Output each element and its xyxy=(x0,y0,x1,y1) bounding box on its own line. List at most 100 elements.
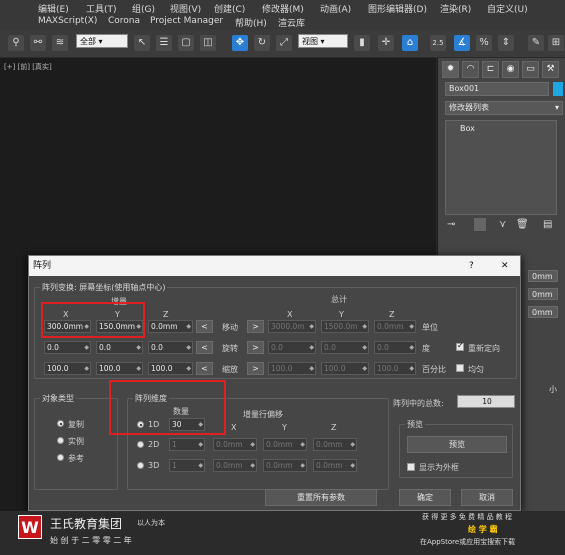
edit-named-selection-icon[interactable]: ✎ xyxy=(528,35,544,51)
menu-views[interactable]: 视图(V) xyxy=(170,2,201,15)
rotate-increment-y[interactable]: 0.0 ◆ xyxy=(96,341,143,354)
named-selection-icon[interactable]: ⊞ xyxy=(548,35,564,51)
move-total-z[interactable]: 0.0mm ◆ xyxy=(374,320,416,333)
link-icon[interactable]: ⚲ xyxy=(8,35,24,51)
scale-right-arrow-button[interactable]: > xyxy=(247,362,264,375)
menu-modifiers[interactable]: 修改器(M) xyxy=(262,2,304,15)
menu-animation[interactable]: 动画(A) xyxy=(320,2,351,15)
ok-button[interactable]: 确定 xyxy=(399,489,451,506)
scale-increment-z[interactable]: 100.0 ◆ xyxy=(148,362,193,375)
close-icon[interactable]: ✕ xyxy=(501,256,509,276)
rotate-total-x[interactable]: 0.0 ◆ xyxy=(268,341,316,354)
rotate-increment-x[interactable]: 0.0 ◆ xyxy=(44,341,91,354)
offset-2d-y[interactable]: 0.0mm ◆ xyxy=(263,438,307,451)
hierarchy-tab-icon[interactable]: ⊏ xyxy=(482,61,499,78)
offset-3d-y[interactable]: 0.0mm ◆ xyxy=(263,459,307,472)
rotate-right-arrow-button[interactable]: > xyxy=(247,341,264,354)
move-left-arrow-button[interactable]: < xyxy=(196,320,213,333)
utilities-tab-icon[interactable]: ⚒ xyxy=(542,61,559,78)
menu-group[interactable]: 组(G) xyxy=(132,2,155,15)
viewport-label[interactable]: [+] [前] [真实] xyxy=(4,62,52,72)
select-and-rotate-icon[interactable]: ↻ xyxy=(254,35,270,51)
reference-coordinate-dropdown[interactable]: 视图 ▾ xyxy=(298,34,348,48)
make-unique-icon[interactable]: ⋎ xyxy=(499,219,506,230)
modifier-list-dropdown[interactable]: 修改器列表 ▾ xyxy=(445,101,563,115)
menu-help[interactable]: 帮助(H) xyxy=(235,16,267,29)
show-end-result-icon[interactable] xyxy=(474,218,486,231)
dialog-title-bar[interactable]: 阵列 ? ✕ xyxy=(29,256,520,276)
create-tab-icon[interactable]: ✹ xyxy=(442,61,459,78)
unlink-icon[interactable]: ⚯ xyxy=(30,35,46,51)
menu-create[interactable]: 创建(C) xyxy=(214,2,245,15)
display-tab-icon[interactable]: ▭ xyxy=(522,61,539,78)
offset-2d-z[interactable]: 0.0mm ◆ xyxy=(313,438,357,451)
menu-customize[interactable]: 自定义(U) xyxy=(487,2,528,15)
count-2d[interactable]: 1 ◆ xyxy=(169,438,205,451)
menu-maxscript[interactable]: MAXScript(X) xyxy=(38,16,97,26)
menu-project-manager[interactable]: Project Manager xyxy=(150,16,223,26)
side-spinner-1[interactable]: 0mm xyxy=(528,270,558,282)
pin-stack-icon[interactable]: ⊸ xyxy=(447,219,455,230)
scale-total-z[interactable]: 100.0 ◆ xyxy=(374,362,416,375)
move-right-arrow-button[interactable]: > xyxy=(247,320,264,333)
remove-modifier-icon[interactable]: 🗑 xyxy=(516,219,529,230)
rotate-total-y[interactable]: 0.0 ◆ xyxy=(321,341,369,354)
stack-item-box[interactable]: Box xyxy=(460,124,475,133)
side-spinner-3[interactable]: 0mm xyxy=(528,306,558,318)
select-and-move-icon[interactable]: ✥ xyxy=(232,35,248,51)
motion-tab-icon[interactable]: ◉ xyxy=(502,61,519,78)
reset-all-parameters-button[interactable]: 重置所有参数 xyxy=(265,489,377,506)
move-increment-z[interactable]: 0.0mm ◆ xyxy=(148,320,193,333)
object-name-field[interactable]: Box001 xyxy=(445,82,549,96)
reference-radio[interactable] xyxy=(57,454,64,461)
snaps-toggle-icon[interactable]: 2.5 xyxy=(430,35,446,51)
offset-3d-x[interactable]: 0.0mm ◆ xyxy=(213,459,257,472)
offset-3d-z[interactable]: 0.0mm ◆ xyxy=(313,459,357,472)
modifier-stack[interactable]: Box xyxy=(445,120,557,215)
window-crossing-icon[interactable]: ◫ xyxy=(200,35,216,51)
copy-radio[interactable] xyxy=(57,420,64,427)
display-as-box-checkbox[interactable] xyxy=(407,463,415,471)
dimension-2d-radio[interactable] xyxy=(137,441,144,448)
percent-snap-icon[interactable]: % xyxy=(476,35,492,51)
offset-2d-x[interactable]: 0.0mm ◆ xyxy=(213,438,257,451)
menu-graph-editors[interactable]: 图形编辑器(D) xyxy=(368,2,427,15)
scale-total-x[interactable]: 100.0 ◆ xyxy=(268,362,316,375)
modify-tab-icon[interactable]: ◠ xyxy=(462,61,479,78)
scale-left-arrow-button[interactable]: < xyxy=(196,362,213,375)
selection-filter-dropdown[interactable]: 全部 ▾ xyxy=(76,34,128,48)
menu-tools[interactable]: 工具(T) xyxy=(86,2,117,15)
spinner-snap-icon[interactable]: ⇕ xyxy=(498,35,514,51)
pivot-center-icon[interactable]: ▮ xyxy=(354,35,370,51)
keyboard-shortcut-override-icon[interactable]: ⌂ xyxy=(402,35,418,51)
menu-edit[interactable]: 编辑(E) xyxy=(38,2,69,15)
angle-snap-icon[interactable]: ∡ xyxy=(454,35,470,51)
scale-increment-x[interactable]: 100.0 ◆ xyxy=(44,362,91,375)
menu-render-cloud[interactable]: 渲云库 xyxy=(278,16,305,29)
count-3d[interactable]: 1 ◆ xyxy=(169,459,205,472)
scale-total-y[interactable]: 100.0 ◆ xyxy=(321,362,369,375)
bind-spacewarp-icon[interactable]: ≋ xyxy=(52,35,68,51)
dimension-3d-radio[interactable] xyxy=(137,462,144,469)
select-manipulate-icon[interactable]: ✛ xyxy=(378,35,394,51)
preview-button[interactable]: 预览 xyxy=(407,436,507,453)
instance-radio[interactable] xyxy=(57,437,64,444)
menu-corona[interactable]: Corona xyxy=(108,16,140,26)
select-and-scale-icon[interactable]: ⤢ xyxy=(276,35,292,51)
select-object-icon[interactable]: ↖ xyxy=(134,35,150,51)
help-icon[interactable]: ? xyxy=(469,256,474,276)
cancel-button[interactable]: 取消 xyxy=(461,489,513,506)
configure-sets-icon[interactable]: ▤ xyxy=(543,219,552,230)
reorient-checkbox[interactable] xyxy=(456,341,464,351)
uniform-checkbox[interactable] xyxy=(456,364,464,372)
move-total-y[interactable]: 1500.0m ◆ xyxy=(321,320,369,333)
rotate-left-arrow-button[interactable]: < xyxy=(196,341,213,354)
rotate-total-z[interactable]: 0.0 ◆ xyxy=(374,341,416,354)
object-color-swatch[interactable] xyxy=(553,82,563,96)
rectangular-selection-icon[interactable]: ▢ xyxy=(178,35,194,51)
rotate-increment-z[interactable]: 0.0 ◆ xyxy=(148,341,193,354)
side-spinner-2[interactable]: 0mm xyxy=(528,288,558,300)
menu-rendering[interactable]: 渲染(R) xyxy=(440,2,471,15)
scale-increment-y[interactable]: 100.0 ◆ xyxy=(96,362,143,375)
select-by-name-icon[interactable]: ☰ xyxy=(156,35,172,51)
